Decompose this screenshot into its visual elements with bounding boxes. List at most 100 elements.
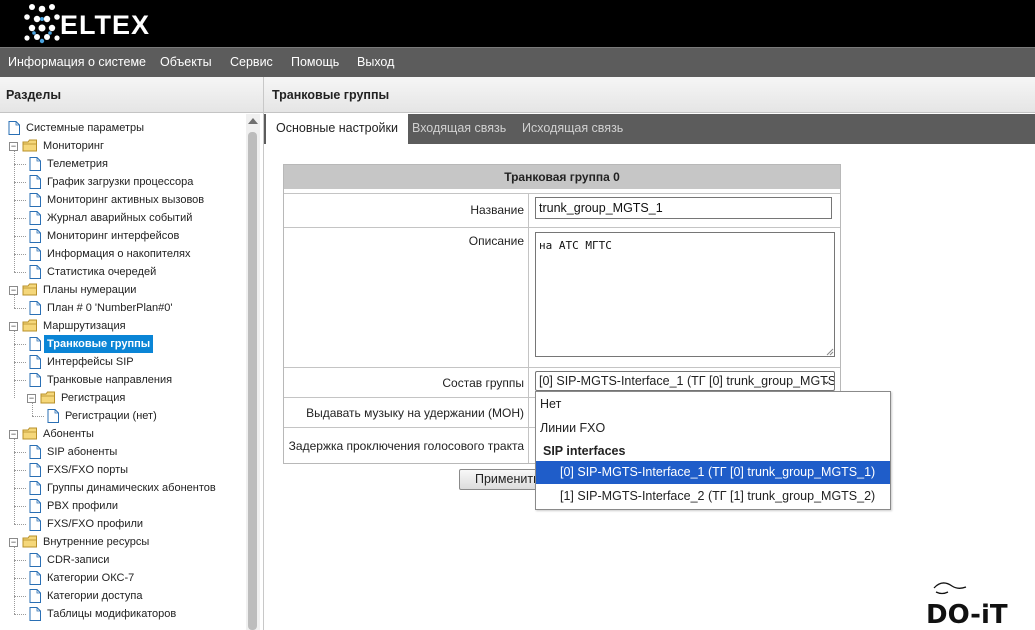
tree-item-label: Планы нумерации: [43, 284, 137, 296]
tree-item[interactable]: План # 0 'NumberPlan#0': [0, 299, 246, 317]
doit-watermark: DO-iT: [926, 582, 1008, 630]
tree-item[interactable]: − Абоненты: [0, 425, 246, 443]
tree-item[interactable]: Транковые направления: [0, 371, 246, 389]
tree-item[interactable]: − Маршрутизация: [0, 317, 246, 335]
apply-button[interactable]: Применить: [459, 469, 539, 490]
tree-item[interactable]: − Мониторинг: [0, 137, 246, 155]
tree-item[interactable]: Журнал аварийных событий: [0, 209, 246, 227]
chevron-down-icon: ⌄: [821, 375, 831, 387]
menu-objects[interactable]: Объекты: [160, 48, 212, 78]
collapse-toggle-icon[interactable]: −: [9, 430, 18, 439]
scroll-up-icon[interactable]: [248, 118, 258, 124]
tree-connector: [14, 452, 26, 453]
tree-item[interactable]: − Регистрация: [0, 389, 246, 407]
menu-service[interactable]: Сервис: [230, 48, 273, 78]
tree-item-label: Транковые группы: [44, 335, 154, 353]
svg-text:DO-iT: DO-iT: [926, 600, 1008, 630]
scroll-thumb[interactable]: [248, 132, 257, 630]
app-header: ELTEX: [0, 0, 1035, 47]
moh-label: Выдавать музыку на удержании (MOH): [284, 398, 529, 427]
tree-item-label: Группы динамических абонентов: [47, 482, 216, 494]
group-label: Состав группы: [284, 368, 529, 397]
tree-connector: [14, 218, 26, 219]
tree-item-label: Мониторинг активных вызовов: [47, 194, 205, 206]
tree-item[interactable]: SIP абоненты: [0, 443, 246, 461]
logo-text: ELTEX: [60, 10, 150, 40]
tree-item[interactable]: Таблицы модификаторов: [0, 605, 246, 623]
tree-item[interactable]: Статистика очередей: [0, 263, 246, 281]
tree-connector: [14, 596, 26, 597]
tree-item-label: Регистрация: [61, 392, 126, 404]
tree-item-label: Регистрации (нет): [65, 410, 157, 422]
tree-item[interactable]: − Внутренние ресурсы: [0, 533, 246, 551]
group-select[interactable]: [0] SIP-MGTS-Interface_1 (ТГ [0] trunk_g…: [535, 371, 835, 391]
tree-item[interactable]: Регистрации (нет): [0, 407, 246, 425]
tree-item-label: PBX профили: [47, 500, 119, 512]
tree-item-label: FXS/FXO профили: [47, 518, 144, 530]
option-none[interactable]: Нет: [536, 393, 890, 416]
option-fxo-lines[interactable]: Линии FXO: [536, 417, 890, 440]
menu-system-info[interactable]: Информация о системе: [8, 48, 146, 78]
tree-item[interactable]: − Планы нумерации: [0, 281, 246, 299]
tree-connector: [14, 614, 26, 615]
tree-connector: [14, 331, 15, 398]
tree-connector: [14, 362, 26, 363]
tree-connector: [14, 272, 26, 273]
tree-item-label: Категории доступа: [47, 590, 143, 602]
tree-item[interactable]: Категории ОКС-7: [0, 569, 246, 587]
tree-item[interactable]: Группы динамических абонентов: [0, 479, 246, 497]
tree-connector: [14, 524, 26, 525]
tree-item[interactable]: Интерфейсы SIP: [0, 353, 246, 371]
tree-item-label: Телеметрия: [47, 158, 108, 170]
option-sip-interface-1[interactable]: [0] SIP-MGTS-Interface_1 (ТГ [0] trunk_g…: [536, 461, 890, 484]
sections-scrollbar[interactable]: [246, 114, 260, 630]
tree-item[interactable]: Информация о накопителях: [0, 245, 246, 263]
tree-item-label: План # 0 'NumberPlan#0': [47, 302, 173, 314]
tree-connector: [14, 578, 26, 579]
tree-item-label: Транковые направления: [47, 374, 173, 386]
tab-incoming[interactable]: Входящая связь: [402, 114, 516, 144]
tree-connector: [14, 295, 15, 308]
tab-basic-settings[interactable]: Основные настройки: [266, 114, 408, 144]
tree-item[interactable]: CDR-записи: [0, 551, 246, 569]
tree-item-label: Интерфейсы SIP: [47, 356, 134, 368]
tree-connector: [32, 416, 44, 417]
tree-item[interactable]: Категории доступа: [0, 587, 246, 605]
description-textarea[interactable]: на АТС МГТС: [535, 232, 835, 357]
resize-handle-icon[interactable]: [826, 348, 834, 356]
tree-connector: [14, 164, 26, 165]
tree-item[interactable]: График загрузки процессора: [0, 173, 246, 191]
tree-item[interactable]: Мониторинг активных вызовов: [0, 191, 246, 209]
name-label: Название: [284, 194, 529, 227]
tree-item-label: Информация о накопителях: [47, 248, 191, 260]
tree-connector: [14, 547, 15, 614]
tree-item[interactable]: Телеметрия: [0, 155, 246, 173]
tree-item[interactable]: Системные параметры: [0, 119, 246, 137]
menu-help[interactable]: Помощь: [291, 48, 339, 78]
tree-connector: [14, 151, 15, 272]
collapse-toggle-icon[interactable]: −: [9, 322, 18, 331]
name-input[interactable]: trunk_group_MGTS_1: [535, 197, 832, 219]
collapse-toggle-icon[interactable]: −: [27, 394, 36, 403]
tab-outgoing[interactable]: Исходящая связь: [512, 114, 633, 144]
tree-item[interactable]: PBX профили: [0, 497, 246, 515]
collapse-toggle-icon[interactable]: −: [9, 142, 18, 151]
tree-item[interactable]: Мониторинг интерфейсов: [0, 227, 246, 245]
delay-label: Задержка проключения голосового тракта: [284, 428, 529, 463]
option-sip-interface-2[interactable]: [1] SIP-MGTS-Interface_2 (ТГ [1] trunk_g…: [536, 485, 890, 508]
sections-tree: Системные параметры − Мониторинг Телеметрия…: [0, 114, 246, 630]
tree-item-label: Журнал аварийных событий: [47, 212, 193, 224]
collapse-toggle-icon[interactable]: −: [9, 286, 18, 295]
collapse-toggle-icon[interactable]: −: [9, 538, 18, 547]
tree-connector: [14, 380, 26, 381]
tree-item-label: Статистика очередей: [47, 266, 157, 278]
tree-item[interactable]: Транковые группы: [0, 335, 246, 353]
menu-exit[interactable]: Выход: [357, 48, 394, 78]
tree-connector: [14, 254, 26, 255]
tree-item[interactable]: FXS/FXO порты: [0, 461, 246, 479]
tree-connector: [14, 488, 26, 489]
tree-item[interactable]: FXS/FXO профили: [0, 515, 246, 533]
eltex-logo: ELTEX: [24, 4, 150, 44]
group-select-value: [0] SIP-MGTS-Interface_1 (ТГ [0] trunk_g…: [539, 374, 835, 388]
sections-pane: Разделы Системные параметры − Мониторинг Те…: [0, 77, 264, 630]
